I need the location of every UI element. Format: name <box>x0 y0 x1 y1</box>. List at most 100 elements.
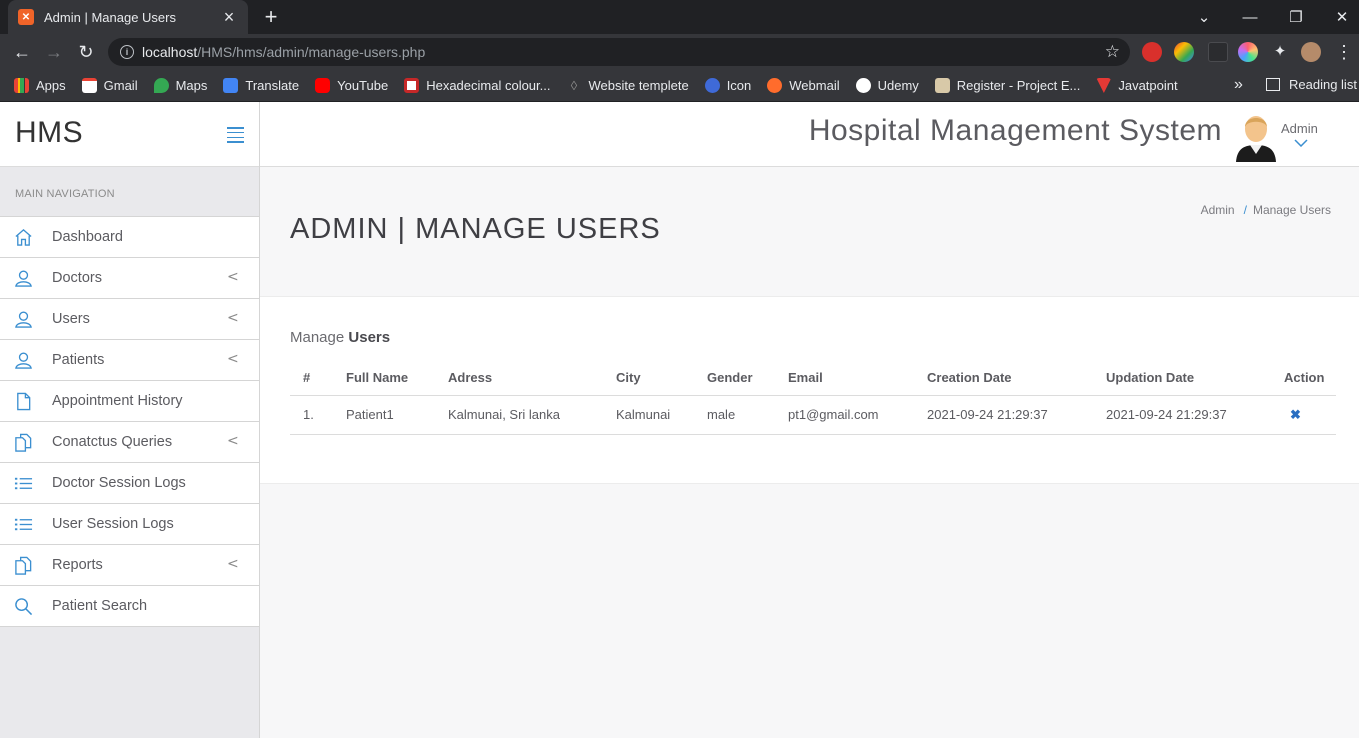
cell-address: Kalmunai, Sri lanka <box>435 395 603 435</box>
tab-title: Admin | Manage Users <box>44 9 176 25</box>
bookmark-translate[interactable]: Translate <box>223 78 299 93</box>
bookmark-label: Icon <box>726 78 752 93</box>
file-icon <box>0 392 52 411</box>
col-updation-date: Updation Date <box>1093 360 1271 396</box>
bookmark-label: Javatpoint <box>1118 78 1178 93</box>
breadcrumb-admin[interactable]: Admin <box>1201 203 1235 217</box>
col-gender: Gender <box>694 360 775 396</box>
maps-icon <box>153 78 169 93</box>
sidebar-item-label: Doctors <box>52 270 102 286</box>
extension-color-icon[interactable] <box>1174 42 1194 62</box>
col-action: Action <box>1271 360 1336 396</box>
extension-picker-icon[interactable] <box>1208 42 1228 62</box>
site-info-icon[interactable]: i <box>120 45 134 59</box>
bookmark-website-templete[interactable]: ◊ Website templete <box>566 78 689 93</box>
more-bookmarks-icon[interactable]: » <box>1234 76 1243 94</box>
bookmark-udemy[interactable]: Udemy <box>855 78 919 93</box>
bookmark-icon[interactable]: Icon <box>704 78 752 93</box>
sidebar-item-label: Users <box>52 311 90 327</box>
list-icon <box>0 474 52 493</box>
reading-list[interactable]: Reading list <box>1266 77 1357 92</box>
bookmark-label: Translate <box>245 78 300 93</box>
udemy-icon <box>855 78 871 93</box>
sidebar-item-reports[interactable]: Reports < <box>0 545 259 586</box>
sidebar-item-dashboard[interactable]: Dashboard <box>0 217 259 258</box>
reload-icon[interactable]: ↻ <box>74 40 98 64</box>
cell-number: 1. <box>290 395 333 435</box>
menu-toggle-icon[interactable] <box>227 127 244 143</box>
chevron-left-icon: < <box>227 310 239 326</box>
translate-icon <box>223 78 239 93</box>
manage-users-panel: Manage Users # Full Name Adress City Gen… <box>260 297 1359 484</box>
admin-avatar[interactable] <box>1235 112 1277 162</box>
nav-section-label: MAIN NAVIGATION <box>0 167 259 217</box>
bookmark-register-project[interactable]: Register - Project E... <box>934 78 1080 93</box>
sidebar-item-label: Reports <box>52 557 103 573</box>
forward-icon[interactable]: → <box>42 40 66 64</box>
sidebar-item-doctors[interactable]: Doctors < <box>0 258 259 299</box>
sidebar-item-patient-search[interactable]: Patient Search <box>0 586 259 627</box>
sidebar-item-users[interactable]: Users < <box>0 299 259 340</box>
cell-city: Kalmunai <box>603 395 694 435</box>
cell-email: pt1@gmail.com <box>775 395 914 435</box>
xampp-favicon-icon: ✕ <box>18 9 34 25</box>
bookmark-apps[interactable]: Apps <box>14 78 66 93</box>
files-icon <box>0 433 52 452</box>
col-number: # <box>290 360 333 396</box>
files-icon <box>0 556 52 575</box>
bookmark-youtube[interactable]: YouTube <box>315 78 388 93</box>
system-title: Hospital Management System <box>808 114 1222 147</box>
sidebar-item-appointment-history[interactable]: Appointment History <box>0 381 259 422</box>
sidebar: HMS MAIN NAVIGATION Dashboard Doctors < … <box>0 102 260 738</box>
brand-logo[interactable]: HMS <box>15 116 83 150</box>
col-city: City <box>603 360 694 396</box>
top-header: Hospital Management System Admin <box>260 102 1359 167</box>
users-table: # Full Name Adress City Gender Email Cre… <box>290 360 1336 435</box>
url-host: localhost <box>142 44 198 60</box>
browser-menu-icon[interactable]: ⋮ <box>1332 40 1356 64</box>
sidebar-item-contactus-queries[interactable]: Conatctus Queries < <box>0 422 259 463</box>
chevron-down-icon[interactable] <box>1294 134 1308 150</box>
delete-user-icon[interactable]: ✖ <box>1284 407 1301 422</box>
bookmark-label: YouTube <box>337 78 389 93</box>
bookmark-star-icon[interactable]: ☆ <box>1105 42 1120 62</box>
page-title: ADMIN | MANAGE USERS <box>290 213 661 245</box>
bookmark-javatpoint[interactable]: Javatpoint <box>1096 78 1178 93</box>
gmail-icon <box>81 78 97 93</box>
extension-adblock-icon[interactable] <box>1142 42 1162 62</box>
address-bar[interactable]: i localhost/HMS/hms/admin/manage-users.p… <box>108 38 1130 66</box>
bookmark-label: Hexadecimal colour... <box>426 78 551 93</box>
restore-icon[interactable]: ❐ <box>1273 0 1319 34</box>
user-icon <box>0 269 52 288</box>
profile-avatar-icon[interactable] <box>1301 42 1321 62</box>
panel-title-prefix: Manage <box>290 329 345 346</box>
close-tab-icon[interactable]: × <box>220 7 238 28</box>
close-window-icon[interactable]: ✕ <box>1319 0 1359 34</box>
sidebar-item-user-session-logs[interactable]: User Session Logs <box>0 504 259 545</box>
sidebar-item-label: Appointment History <box>52 393 183 409</box>
bookmark-maps[interactable]: Maps <box>153 78 208 93</box>
browser-tabbar: ✕ Admin | Manage Users × + ⌄ — ❐ ✕ <box>0 0 1359 34</box>
back-icon[interactable]: ← <box>10 40 34 64</box>
bookmark-hexadecimal[interactable]: Hexadecimal colour... <box>404 78 550 93</box>
bookmark-webmail[interactable]: Webmail <box>767 78 840 93</box>
browser-toolbar: ← → ↻ i localhost/HMS/hms/admin/manage-u… <box>0 34 1359 70</box>
tab-search-icon[interactable]: ⌄ <box>1181 0 1227 34</box>
bookmark-label: Udemy <box>877 78 919 93</box>
bookmarks-bar: Apps Gmail Maps Translate YouTube Hexade… <box>0 70 1359 102</box>
javatpoint-icon <box>1096 78 1112 93</box>
bookmark-label: Maps <box>175 78 208 93</box>
browser-tab[interactable]: ✕ Admin | Manage Users × <box>8 0 248 34</box>
extension-colorzilla-icon[interactable] <box>1238 42 1258 62</box>
sidebar-item-patients[interactable]: Patients < <box>0 340 259 381</box>
apps-grid-icon <box>14 78 29 93</box>
project-icon <box>934 78 950 93</box>
minimize-icon[interactable]: — <box>1227 0 1273 34</box>
table-row: 1. Patient1 Kalmunai, Sri lanka Kalmunai… <box>290 395 1336 435</box>
list-icon <box>0 515 52 534</box>
extensions-puzzle-icon[interactable]: ✦ <box>1270 42 1290 62</box>
new-tab-icon[interactable]: + <box>259 5 283 29</box>
sidebar-item-label: Doctor Session Logs <box>52 475 186 491</box>
bookmark-gmail[interactable]: Gmail <box>81 78 138 93</box>
sidebar-item-doctor-session-logs[interactable]: Doctor Session Logs <box>0 463 259 504</box>
